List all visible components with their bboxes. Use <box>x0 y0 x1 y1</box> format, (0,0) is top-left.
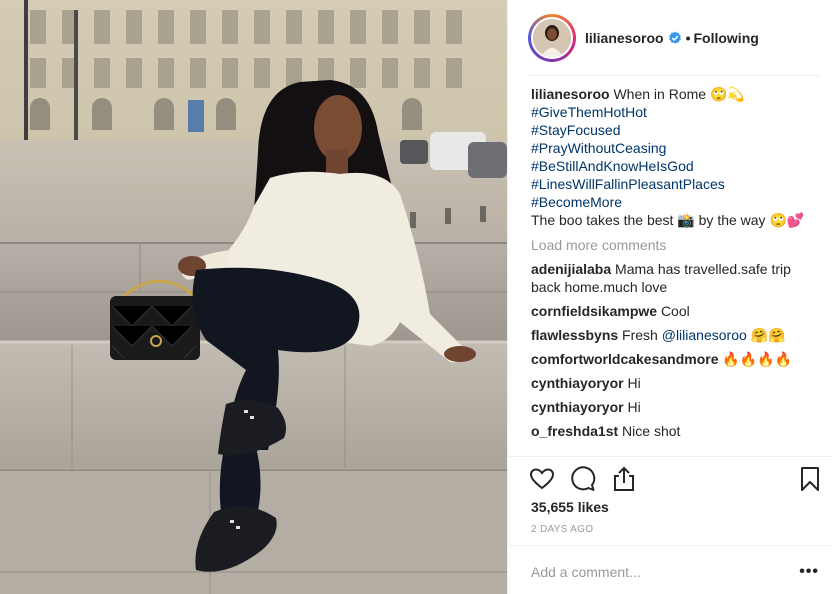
separator-dot: • <box>685 30 691 46</box>
comment-item: cynthiayoryor Hi <box>531 398 821 416</box>
load-more-comments-button[interactable]: Load more comments <box>531 236 821 254</box>
hashtag-link[interactable]: #BecomeMore <box>531 193 821 211</box>
comment-username[interactable]: cynthiayoryor <box>531 375 624 391</box>
follow-status[interactable]: • Following <box>685 30 759 46</box>
avatar[interactable] <box>531 17 573 59</box>
comment-item: o_freshda1st Nice shot <box>531 422 821 440</box>
comment-icon[interactable] <box>570 466 596 492</box>
hashtag-link[interactable]: #StayFocused <box>531 121 821 139</box>
hashtag-link[interactable]: #PrayWithoutCeasing <box>531 139 821 157</box>
comment-username[interactable]: comfortworldcakesandmore <box>531 351 719 367</box>
avatar-story-ring[interactable] <box>528 14 576 62</box>
comment-text: Cool <box>660 303 690 319</box>
post-side-panel: lilianesoroo • Following lilianesoroo Whe… <box>507 0 832 594</box>
caption-username[interactable]: lilianesoroo <box>531 86 610 102</box>
comments-list[interactable]: lilianesoroo When in Rome 🙄💫 #GiveThemHo… <box>531 85 821 455</box>
post-header: lilianesoroo • Following <box>508 0 832 76</box>
more-options-icon[interactable]: ••• <box>799 563 819 581</box>
comment-text: Nice shot <box>622 423 681 439</box>
caption-text-last-line: The boo takes the best 📸 by the way 🙄💕 <box>531 212 805 228</box>
caption: lilianesoroo When in Rome 🙄💫 #GiveThemHo… <box>531 85 821 229</box>
comment-text: Fresh <box>622 327 662 343</box>
following-button[interactable]: Following <box>693 30 758 46</box>
comment-text: Hi <box>627 399 641 415</box>
comment-item: adenijialaba Mama has travelled.safe tri… <box>531 260 821 296</box>
comment-item: flawlessbyns Fresh @lilianesoroo 🤗🤗 <box>531 326 821 344</box>
hashtag-link[interactable]: #LinesWillFallinPleasantPlaces <box>531 175 821 193</box>
comment-username[interactable]: o_freshda1st <box>531 423 618 439</box>
heart-icon[interactable] <box>529 466 555 492</box>
likes-count[interactable]: 35,655 likes <box>531 499 609 515</box>
post-photo[interactable] <box>0 0 507 594</box>
comment-emoji: 🤗🤗 <box>746 327 786 343</box>
add-comment-bar: Add a comment... ••• <box>508 545 832 594</box>
caption-text: When in Rome 🙄💫 <box>613 86 745 102</box>
hashtag-link[interactable]: #GiveThemHotHot <box>531 103 821 121</box>
verified-badge-icon <box>668 31 682 45</box>
comment-username[interactable]: cornfieldsikampwe <box>531 303 657 319</box>
comment-username[interactable]: flawlessbyns <box>531 327 618 343</box>
post-username[interactable]: lilianesoroo <box>585 30 664 46</box>
hashtag-link[interactable]: #BeStillAndKnowHeIsGod <box>531 157 821 175</box>
mention-link[interactable]: @lilianesoroo <box>662 327 747 343</box>
comment-username[interactable]: cynthiayoryor <box>531 399 624 415</box>
comment-text: 🔥🔥🔥🔥 <box>722 351 793 367</box>
post-timestamp[interactable]: 2 DAYS AGO <box>531 524 593 535</box>
comment-username[interactable]: adenijialaba <box>531 261 611 277</box>
share-icon[interactable] <box>611 466 637 492</box>
comment-item: cornfieldsikampwe Cool <box>531 302 821 320</box>
bookmark-icon[interactable] <box>797 466 823 492</box>
add-comment-input[interactable]: Add a comment... <box>531 564 641 580</box>
comment-item: cynthiayoryor Hi <box>531 374 821 392</box>
comment-text: Hi <box>627 375 641 391</box>
post-actions-bar <box>508 456 832 500</box>
comment-item: comfortworldcakesandmore 🔥🔥🔥🔥 <box>531 350 821 368</box>
